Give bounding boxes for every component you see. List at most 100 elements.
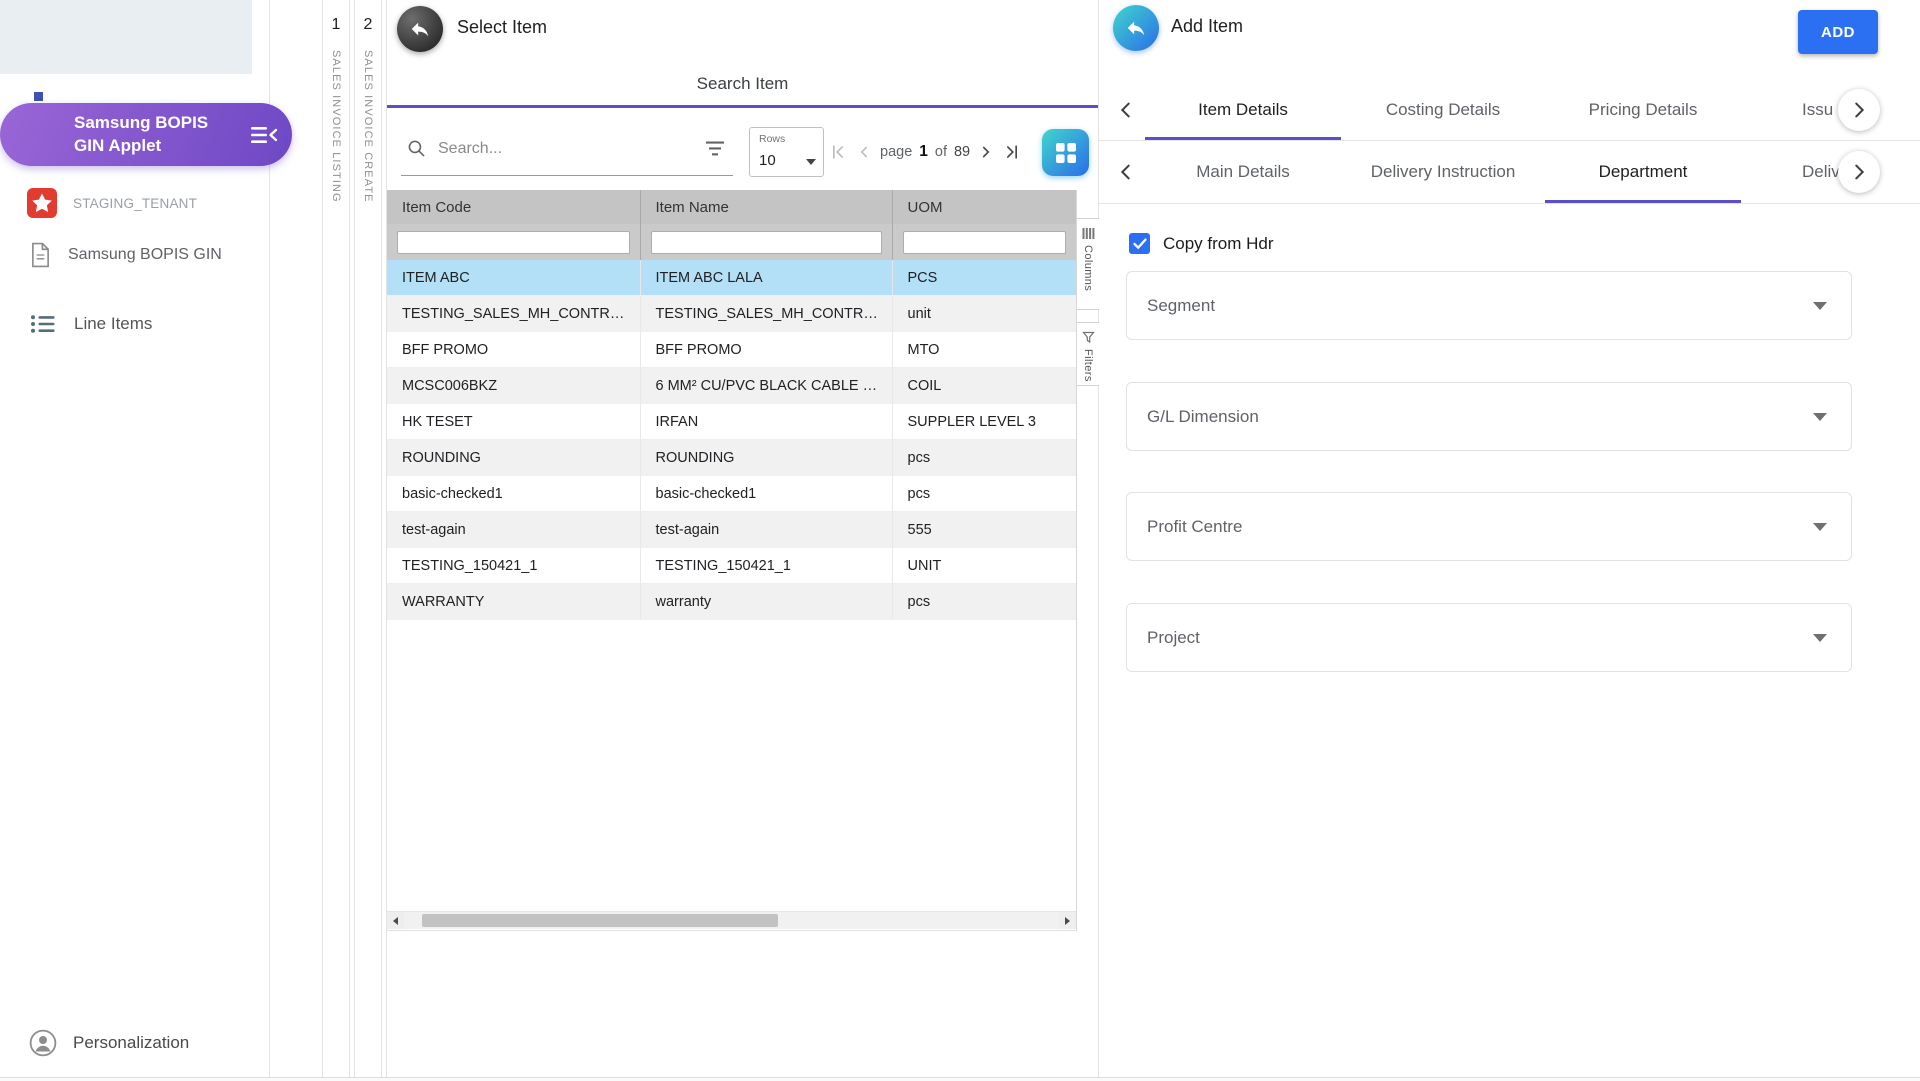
back-button[interactable] xyxy=(1113,5,1159,51)
uom-cell[interactable]: pcs xyxy=(892,583,1076,620)
uom-cell[interactable]: unit xyxy=(892,295,1076,332)
item-code-cell[interactable]: TESTING_SALES_MH_CONTRACT xyxy=(387,295,641,332)
item-code-cell[interactable]: basic-checked1 xyxy=(387,475,641,512)
rows-per-page-selector[interactable]: Rows 10 xyxy=(749,127,824,177)
item-name-cell[interactable]: BFF PROMO xyxy=(640,331,893,368)
table-row[interactable]: TESTING_SALES_MH_CONTRACT TESTING_SALES_M… xyxy=(387,295,1076,332)
item-name-cell[interactable]: 6 MM² CU/PVC BLACK CABLE 1... xyxy=(640,367,893,404)
first-page-icon[interactable] xyxy=(828,142,848,162)
dropdown-profit-centre[interactable]: Profit Centre xyxy=(1126,492,1852,561)
add-item-panel: Add Item ADD Item Details Costing Detail… xyxy=(1099,0,1920,1077)
item-code-cell[interactable]: TESTING_150421_1 xyxy=(387,547,641,584)
personalization-button[interactable]: Personalization xyxy=(29,1027,189,1059)
chevron-right-button[interactable] xyxy=(1838,151,1880,193)
scrollbar-track[interactable] xyxy=(404,912,1059,929)
tab-pricing-details[interactable]: Pricing Details xyxy=(1543,80,1743,140)
app-row[interactable]: Samsung BOPIS GIN xyxy=(30,241,222,269)
item-name-cell[interactable]: TESTING_150421_1 xyxy=(640,547,893,584)
copy-from-hdr-row[interactable]: Copy from Hdr xyxy=(1129,233,1274,254)
scroll-right-arrow[interactable] xyxy=(1059,912,1076,929)
item-name-cell[interactable]: TESTING_SALES_MH_CONTRACT xyxy=(640,295,893,332)
dropdown-gl-dimension[interactable]: G/L Dimension xyxy=(1126,382,1852,451)
next-page-icon[interactable] xyxy=(977,143,995,161)
tab-label: Delivery Instruction xyxy=(1370,162,1516,181)
workspace-tab-number: 1 xyxy=(331,16,341,33)
funnel-icon xyxy=(1081,331,1095,344)
tab-filters[interactable]: Filters xyxy=(1077,322,1099,386)
tab-item-details[interactable]: Item Details xyxy=(1143,80,1343,140)
item-name-cell[interactable]: ITEM ABC LALA xyxy=(640,260,893,296)
column-filter-input[interactable] xyxy=(902,230,1066,254)
item-code-cell[interactable]: MCSC006BKZ xyxy=(387,367,641,404)
uom-cell[interactable]: MTO xyxy=(892,331,1076,368)
search-input[interactable] xyxy=(436,138,705,159)
item-code-cell[interactable]: WARRANTY xyxy=(387,583,641,620)
dropdown-segment[interactable]: Segment xyxy=(1126,271,1852,340)
table-row[interactable]: TESTING_150421_1 TESTING_150421_1 UNIT xyxy=(387,547,1076,584)
item-name-cell[interactable]: test-again xyxy=(640,511,893,548)
filter-list-icon[interactable] xyxy=(705,141,725,156)
add-button[interactable]: ADD xyxy=(1798,10,1878,54)
item-name-cell[interactable]: warranty xyxy=(640,583,893,620)
item-code-cell[interactable]: ROUNDING xyxy=(387,439,641,476)
item-code-cell[interactable]: test-again xyxy=(387,511,641,548)
dropdown-label: Segment xyxy=(1147,295,1216,315)
table-row[interactable]: HK TESET IRFAN SUPPLER LEVEL 3 xyxy=(387,403,1076,440)
column-header-item-code[interactable]: Item Code xyxy=(387,190,641,224)
chevron-left-icon[interactable] xyxy=(1115,99,1137,121)
table-row[interactable]: ITEM ABC ITEM ABC LALA PCS xyxy=(387,260,1076,296)
previous-page-icon[interactable] xyxy=(855,143,873,161)
workspace-tab-sales-invoice-listing[interactable]: 1 SALES INVOICE LISTING xyxy=(322,0,350,1077)
tab-costing-details[interactable]: Costing Details xyxy=(1343,80,1543,140)
tab-department[interactable]: Department xyxy=(1543,141,1743,203)
tab-search-item[interactable]: Search Item xyxy=(387,74,1098,94)
last-page-icon[interactable] xyxy=(1002,142,1022,162)
table-row[interactable]: test-again test-again 555 xyxy=(387,511,1076,548)
uom-cell[interactable]: COIL xyxy=(892,367,1076,404)
column-filter-input[interactable] xyxy=(650,230,882,254)
tab-columns[interactable]: Columns xyxy=(1077,218,1099,310)
item-code-cell[interactable]: HK TESET xyxy=(387,403,641,440)
sidebar-item-line-items[interactable]: Line Items xyxy=(30,308,152,340)
menu-collapse-icon[interactable] xyxy=(250,124,278,146)
tenant-row[interactable]: STAGING_TENANT xyxy=(27,187,197,219)
back-button[interactable] xyxy=(397,6,443,52)
chevron-right-button[interactable] xyxy=(1838,89,1880,131)
applet-switcher-button[interactable]: Samsung BOPIS GIN Applet xyxy=(0,103,292,166)
uom-cell[interactable]: PCS xyxy=(892,260,1076,296)
table-row[interactable]: BFF PROMO BFF PROMO MTO xyxy=(387,331,1076,368)
chevron-left-icon[interactable] xyxy=(1115,161,1137,183)
workspace-tab-sales-invoice-create[interactable]: 2 SALES INVOICE CREATE xyxy=(354,0,382,1077)
tab-issue-details[interactable]: Issu xyxy=(1743,80,1917,140)
horizontal-scrollbar[interactable] xyxy=(387,911,1076,929)
uom-cell[interactable]: UNIT xyxy=(892,547,1076,584)
item-name-cell[interactable]: IRFAN xyxy=(640,403,893,440)
column-header-item-name[interactable]: Item Name xyxy=(640,190,893,224)
item-name-cell[interactable]: ROUNDING xyxy=(640,439,893,476)
logo-fragment xyxy=(34,92,43,101)
item-code-cell[interactable]: ITEM ABC xyxy=(387,260,641,296)
column-filter-input[interactable] xyxy=(397,230,630,254)
grid-view-button[interactable] xyxy=(1042,129,1089,176)
table-row[interactable]: basic-checked1 basic-checked1 pcs xyxy=(387,475,1076,512)
table-row[interactable]: WARRANTY warranty pcs xyxy=(387,583,1076,620)
item-name-cell[interactable]: basic-checked1 xyxy=(640,475,893,512)
checkbox-checked-icon[interactable] xyxy=(1129,233,1150,254)
scrollbar-thumb[interactable] xyxy=(422,914,778,927)
uom-cell[interactable]: 555 xyxy=(892,511,1076,548)
tab-delivery-instruction[interactable]: Delivery Instruction xyxy=(1343,141,1543,203)
scroll-left-arrow[interactable] xyxy=(387,912,404,929)
uom-cell[interactable]: pcs xyxy=(892,475,1076,512)
dropdown-project[interactable]: Project xyxy=(1126,603,1852,672)
workspace-tab-number: 2 xyxy=(363,16,373,33)
uom-cell[interactable]: pcs xyxy=(892,439,1076,476)
table-row[interactable]: ROUNDING ROUNDING pcs xyxy=(387,439,1076,476)
table-row[interactable]: MCSC006BKZ 6 MM² CU/PVC BLACK CABLE 1... C… xyxy=(387,367,1076,404)
column-header-uom[interactable]: UOM xyxy=(892,190,1076,224)
tab-main-details[interactable]: Main Details xyxy=(1143,141,1343,203)
item-code-cell[interactable]: BFF PROMO xyxy=(387,331,641,368)
tenant-icon xyxy=(27,188,57,218)
tab-delivery[interactable]: Delive xyxy=(1743,141,1917,203)
uom-cell[interactable]: SUPPLER LEVEL 3 xyxy=(892,403,1076,440)
search-box[interactable] xyxy=(401,122,733,176)
